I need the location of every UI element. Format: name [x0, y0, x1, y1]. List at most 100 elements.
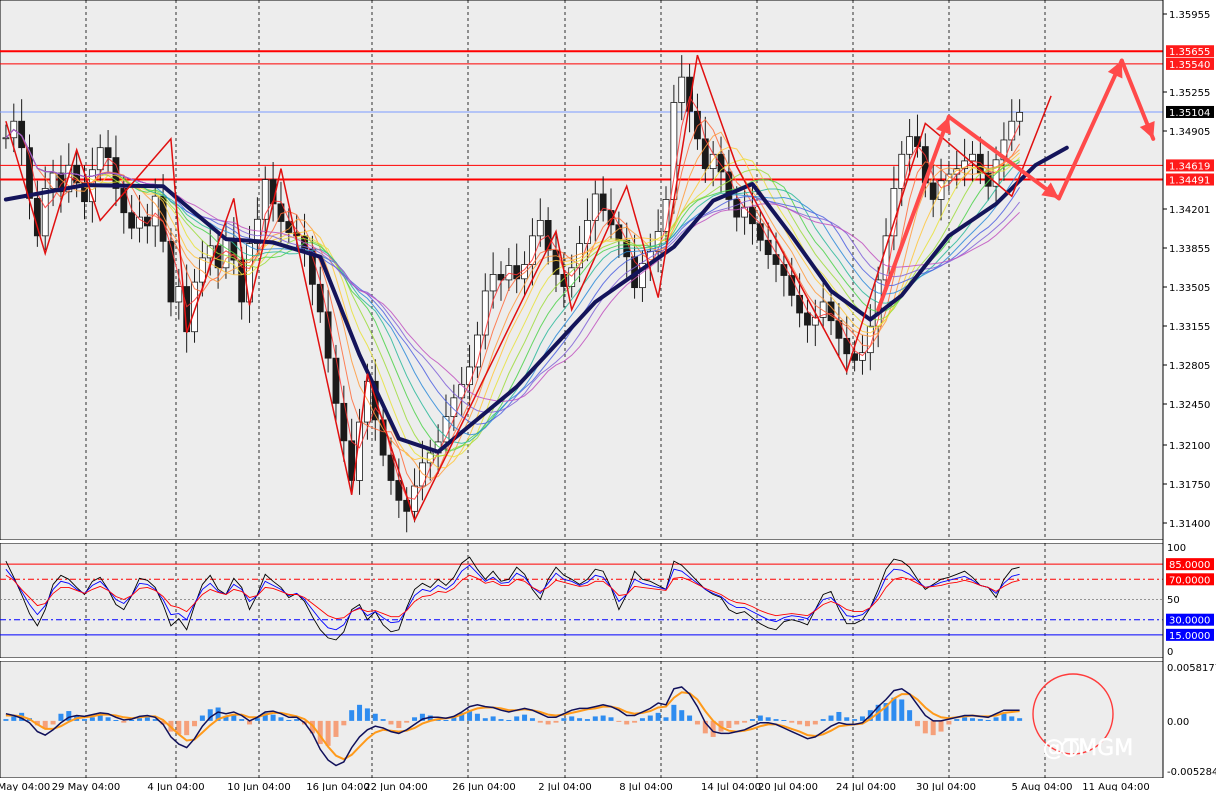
macd-histogram-bar — [647, 715, 653, 721]
macd-histogram-bar — [199, 715, 205, 721]
macd-histogram-bar — [286, 719, 292, 721]
macd-histogram-bar — [3, 719, 9, 721]
candle-body — [536, 220, 544, 237]
candle-body — [505, 265, 513, 281]
macd-histogram-bar — [58, 713, 64, 721]
price-tag-label: 1.35104 — [1169, 108, 1210, 119]
price-tag-label: 1.35655 — [1169, 47, 1210, 58]
macd-tick-label: -0.005284 — [1167, 767, 1216, 778]
candle-body — [804, 312, 811, 326]
osc-tag-label: 85.0000 — [1169, 560, 1210, 571]
price-tag-label: 1.34491 — [1169, 176, 1210, 187]
macd-histogram-bar — [632, 720, 638, 723]
time-tick-label: 22 Jun 04:00 — [364, 782, 428, 791]
candle-body — [780, 264, 788, 276]
macd-histogram-bar — [364, 708, 370, 721]
candle-body — [128, 212, 136, 229]
macd-histogram-bar — [969, 718, 975, 721]
macd-histogram-bar — [192, 720, 198, 727]
macd-histogram-bar — [671, 704, 677, 721]
macd-histogram-bar — [50, 720, 56, 725]
macd-histogram-bar — [781, 719, 787, 721]
macd-histogram-bar — [498, 719, 504, 721]
time-tick-label: 20 Jul 04:00 — [758, 782, 818, 791]
price-tick-label: 1.32805 — [1169, 361, 1210, 372]
macd-histogram-bar — [954, 719, 960, 721]
forex-chart: 1.35955 1.35255 1.34905 1.34201 1.33855 1.335… — [0, 0, 1216, 791]
macd-histogram-bar — [930, 720, 936, 736]
macd-histogram-bar — [608, 717, 614, 721]
time-tick-label: 4 Jun 04:00 — [147, 782, 204, 791]
panel-gap-1 — [0, 540, 1216, 543]
macd-histogram-bar — [514, 716, 520, 721]
price-tick-label: 1.33855 — [1169, 244, 1210, 255]
candle-body — [316, 283, 324, 313]
macd-histogram-bar — [380, 719, 386, 721]
candle-body — [489, 274, 497, 292]
macd-histogram-bar — [184, 720, 190, 736]
price-axis: 1.35955 1.35255 1.34905 1.34201 1.33855 1.335… — [1162, 0, 1216, 791]
macd-histogram-bar — [522, 714, 528, 721]
macd-histogram-bar — [639, 718, 645, 721]
macd-histogram-bar — [506, 719, 512, 721]
candle-body — [584, 220, 591, 244]
candle-body — [835, 320, 843, 339]
time-tick-label: 30 Jul 04:00 — [916, 782, 976, 791]
macd-histogram-bar — [962, 717, 968, 721]
price-tick-label: 1.32450 — [1169, 400, 1210, 411]
macd-histogram-bar — [836, 711, 842, 721]
macd-histogram-bar — [773, 719, 779, 721]
time-tick-label: 24 Jul 04:00 — [836, 782, 896, 791]
time-tick-label: 5 Aug 04:00 — [1011, 782, 1072, 791]
price-tick-label: 1.35955 — [1169, 10, 1210, 21]
osc-tick-label: 100 — [1167, 543, 1186, 554]
macd-histogram-bar — [624, 720, 630, 725]
panel-gap-2 — [0, 658, 1216, 661]
candle-body — [340, 402, 348, 442]
macd-histogram-bar — [679, 710, 685, 721]
price-tag-label: 1.35540 — [1169, 60, 1210, 71]
macd-histogram-bar — [325, 720, 331, 746]
osc-tag-label: 15.0000 — [1169, 631, 1210, 642]
macd-histogram-bar — [388, 720, 394, 725]
macd-histogram-bar — [482, 718, 488, 721]
macd-tick-label: 0.00 — [1167, 717, 1189, 728]
macd-tick-label: 0.0058177 — [1167, 663, 1216, 674]
candle-body — [733, 199, 741, 218]
macd-histogram-bar — [977, 719, 983, 721]
candle-body — [104, 147, 112, 158]
macd-histogram-bar — [553, 720, 559, 723]
macd-histogram-bar — [820, 719, 826, 721]
macd-histogram-bar — [561, 718, 567, 721]
macd-histogram-bar — [789, 720, 795, 723]
macd-histogram-bar — [341, 720, 347, 726]
candle-body — [906, 136, 914, 155]
macd-histogram-bar — [726, 720, 732, 729]
macd-histogram-bar — [655, 712, 661, 721]
candle-body — [481, 290, 489, 336]
time-tick-label: 2 Jul 04:00 — [538, 782, 592, 791]
candle-body — [96, 147, 104, 171]
macd-histogram-bar — [372, 713, 378, 721]
macd-histogram-bar — [812, 720, 818, 725]
macd-histogram-bar — [1001, 713, 1007, 721]
time-tick-label: 29 May 04:00 — [52, 782, 121, 791]
candle-body — [929, 182, 937, 200]
macd-histogram-bar — [1017, 718, 1023, 721]
panel-bg-1 — [0, 542, 1164, 659]
macd-histogram-bar — [278, 717, 284, 721]
macd-histogram-bar — [804, 720, 810, 727]
macd-histogram-bar — [490, 716, 496, 721]
macd-histogram-bar — [404, 720, 410, 723]
macd-histogram-bar — [993, 717, 999, 721]
macd-histogram-bar — [765, 717, 771, 721]
macd-histogram-bar — [844, 717, 850, 721]
candle-body — [969, 153, 976, 162]
candle-body — [2, 137, 10, 140]
macd-histogram-bar — [577, 718, 583, 721]
macd-histogram-bar — [749, 719, 755, 721]
time-tick-label: 14 Jul 04:00 — [701, 782, 761, 791]
macd-histogram-bar — [914, 720, 920, 727]
macd-histogram-bar — [985, 719, 991, 721]
macd-histogram-bar — [663, 717, 669, 721]
